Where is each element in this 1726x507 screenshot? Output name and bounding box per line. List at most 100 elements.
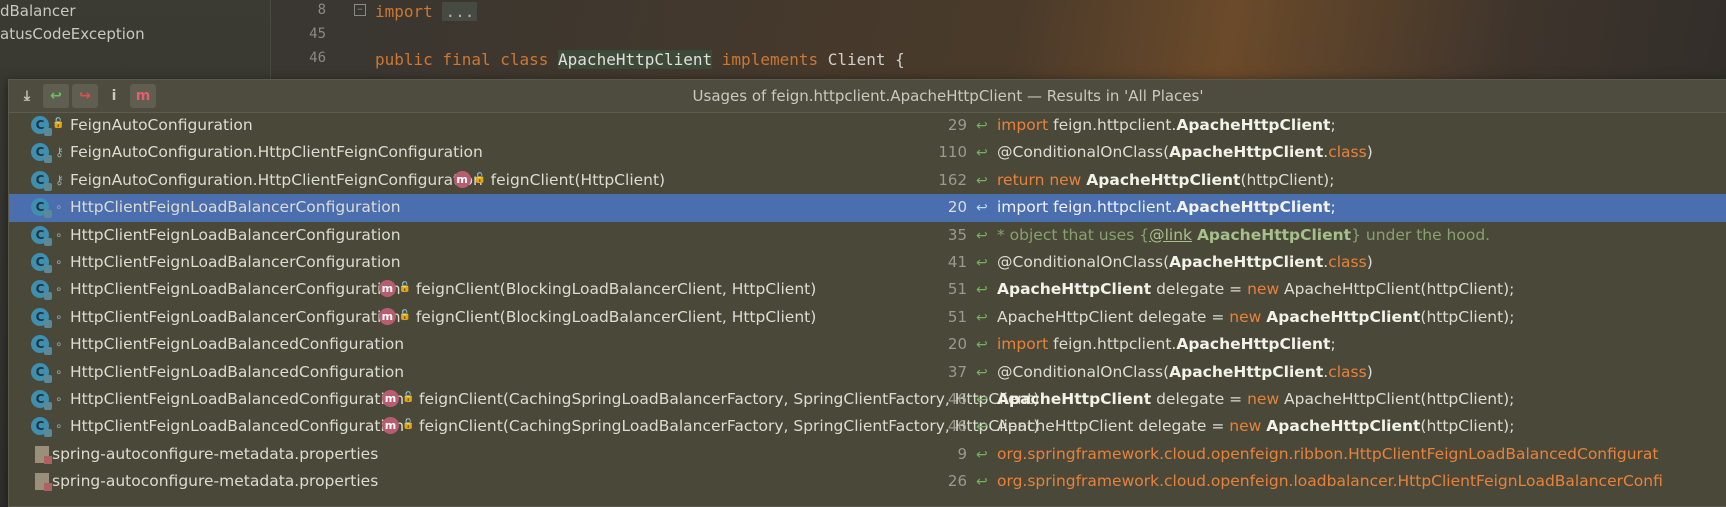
class-icon: C bbox=[31, 335, 52, 356]
method-icon: m bbox=[381, 389, 399, 407]
usage-class-name: HttpClientFeignLoadBalancedConfiguration bbox=[70, 362, 405, 381]
snippet-token: * object that uses { bbox=[997, 225, 1150, 244]
fold-toggle-icon[interactable]: − bbox=[354, 4, 366, 16]
usage-code-snippet: import feign.httpclient.ApacheHttpClient… bbox=[997, 198, 1336, 216]
snippet-token: return new bbox=[997, 170, 1087, 189]
usage-code-snippet: org.springframework.cloud.openfeign.load… bbox=[997, 472, 1663, 490]
usage-code-snippet: org.springframework.cloud.openfeign.ribb… bbox=[997, 445, 1659, 463]
usage-icon: ↩ bbox=[976, 337, 988, 354]
package-private-icon: ∘ bbox=[55, 364, 63, 379]
usage-code-snippet: @ConditionalOnClass(ApacheHttpClient.cla… bbox=[997, 363, 1373, 381]
snippet-token: ) bbox=[1366, 252, 1373, 271]
package-private-icon: ∘ bbox=[55, 309, 63, 324]
snippet-token: delegate = bbox=[1151, 280, 1248, 299]
usage-icon: ↩ bbox=[976, 474, 988, 491]
usage-icon: ↩ bbox=[976, 227, 988, 244]
usage-row[interactable]: C ∘ HttpClientFeignLoadBalancedConfigurati… bbox=[9, 359, 1726, 386]
snippet-token: ApacheHttpClient bbox=[997, 280, 1152, 299]
snippet-token: @ConditionalOnClass( bbox=[997, 143, 1170, 162]
package-private-icon: ∘ bbox=[55, 391, 63, 406]
class-icon: C bbox=[31, 252, 52, 273]
usage-icon: ↩ bbox=[976, 145, 988, 162]
usage-line-number: 20 bbox=[947, 198, 967, 217]
usage-line-number: 41 bbox=[947, 252, 967, 271]
snippet-token: org.springframework.cloud.openfeign.load… bbox=[997, 472, 1663, 491]
usage-icon: ↩ bbox=[976, 446, 988, 463]
snippet-token: import feign.httpclient. bbox=[997, 198, 1177, 217]
usage-code-snippet: ApacheHttpClient delegate = new ApacheHt… bbox=[997, 280, 1514, 298]
snippet-token: ApacheHttpClient bbox=[1169, 362, 1324, 381]
code-line: import ... bbox=[375, 2, 478, 21]
usage-icon: ↩ bbox=[976, 282, 988, 299]
usage-line-number: 46 bbox=[947, 389, 967, 408]
popup-title: Usages of feign.httpclient.ApacheHttpCli… bbox=[692, 87, 1204, 105]
usages-popup[interactable]: ⤓ ↩ ↪ i m Usages of feign.httpclient.ApacheH… bbox=[8, 79, 1726, 507]
method-icon: m bbox=[378, 307, 396, 325]
snippet-token: @ConditionalOnClass( bbox=[997, 362, 1170, 381]
package-private-icon: ∘ bbox=[55, 337, 63, 352]
project-tree-item[interactable]: dBalancer bbox=[0, 2, 76, 20]
snippet-token: ApacheHttpClient bbox=[1169, 143, 1324, 162]
usage-row[interactable]: spring-autoconfigure-metadata.properties… bbox=[9, 468, 1726, 495]
snippet-token: ApacheHttpClient bbox=[1169, 252, 1324, 271]
snippet-token: class bbox=[1328, 252, 1367, 271]
snippet-token: ApacheHttpClient bbox=[1266, 417, 1421, 436]
usage-row[interactable]: C ⚷ FeignAutoConfiguration.HttpClientFeign… bbox=[9, 139, 1726, 166]
usage-class-name: HttpClientFeignLoadBalancedConfiguration bbox=[70, 335, 405, 354]
private-icon: ⚷ bbox=[55, 145, 64, 160]
usage-class-name: HttpClientFeignLoadBalancedConfiguration bbox=[70, 417, 405, 436]
usage-row[interactable]: C ∘ HttpClientFeignLoadBalancerConfigurati… bbox=[9, 222, 1726, 249]
usage-row[interactable]: C ⚷ FeignAutoConfiguration.HttpClientFeign… bbox=[9, 167, 1726, 194]
usage-row[interactable]: C ∘ HttpClientFeignLoadBalancedConfigurati… bbox=[9, 386, 1726, 413]
usage-icon: ↩ bbox=[976, 118, 988, 134]
usage-line-number: 51 bbox=[947, 307, 967, 326]
snippet-token: @ConditionalOnClass( bbox=[997, 252, 1170, 271]
snippet-token: (httpClient); bbox=[1420, 417, 1515, 436]
usage-code-snippet: ApacheHttpClient delegate = new ApacheHt… bbox=[997, 417, 1514, 435]
snippet-token: ApacheHttpClient bbox=[1086, 170, 1241, 189]
usage-line-number: 46 bbox=[947, 417, 967, 436]
project-tree-item[interactable]: atusCodeException bbox=[0, 25, 145, 43]
usage-row[interactable]: C 🔓 FeignAutoConfiguration 29 ↩ import feign.… bbox=[9, 112, 1726, 139]
snippet-token: ) bbox=[1366, 143, 1373, 162]
snippet-token: ApacheHttpClient(httpClient); bbox=[1279, 280, 1515, 299]
line-number: 46 bbox=[309, 50, 326, 66]
code-token: Client { bbox=[827, 50, 905, 69]
usage-row[interactable]: spring-autoconfigure-metadata.properties… bbox=[9, 441, 1726, 468]
folded-imports[interactable]: ... bbox=[442, 2, 478, 21]
usage-line-number: 35 bbox=[947, 225, 967, 244]
usage-row[interactable]: C ∘ HttpClientFeignLoadBalancerConfigurati… bbox=[9, 249, 1726, 276]
usage-file-name: spring-autoconfigure-metadata.properties bbox=[52, 472, 379, 491]
usage-icon: ↩ bbox=[976, 419, 988, 436]
usage-method-signature: feignClient(HttpClient) bbox=[490, 170, 666, 189]
usage-class-name: HttpClientFeignLoadBalancerConfiguration bbox=[70, 252, 401, 271]
class-icon: C bbox=[31, 417, 52, 438]
class-icon: C bbox=[31, 362, 52, 383]
usage-row[interactable]: C ∘ HttpClientFeignLoadBalancedConfigurati… bbox=[9, 331, 1726, 358]
usage-row[interactable]: C ∘ HttpClientFeignLoadBalancerConfigurati… bbox=[9, 194, 1726, 222]
snippet-token: feign.httpclient. bbox=[1048, 335, 1177, 354]
properties-file-icon bbox=[35, 473, 52, 492]
snippet-token: ApacheHttpClient delegate = bbox=[997, 307, 1230, 326]
snippet-token: ApacheHttpClient(httpClient); bbox=[1279, 389, 1515, 408]
snippet-token: ; bbox=[1330, 198, 1336, 217]
snippet-token: import bbox=[997, 335, 1049, 354]
snippet-token: ApacheHttpClient bbox=[1176, 116, 1331, 134]
public-icon: 🔓 bbox=[401, 391, 415, 403]
line-number: 8 bbox=[317, 2, 326, 18]
class-icon: C bbox=[31, 280, 52, 301]
usage-method-signature: feignClient(CachingSpringLoadBalancerFac… bbox=[418, 417, 1040, 436]
usage-line-number: 37 bbox=[947, 362, 967, 381]
usage-row[interactable]: C ∘ HttpClientFeignLoadBalancedConfigurati… bbox=[9, 413, 1726, 440]
usage-class-name: HttpClientFeignLoadBalancerConfiguration bbox=[70, 307, 401, 326]
usage-list[interactable]: C 🔓 FeignAutoConfiguration 29 ↩ import feign.… bbox=[9, 112, 1726, 495]
class-icon: C bbox=[31, 116, 52, 136]
usage-row[interactable]: C ∘ HttpClientFeignLoadBalancerConfigurati… bbox=[9, 276, 1726, 303]
public-icon: 🔓 bbox=[401, 419, 415, 431]
usage-code-snippet: * object that uses {@link ApacheHttpClie… bbox=[997, 226, 1490, 244]
usage-row[interactable]: C ∘ HttpClientFeignLoadBalancerConfigurati… bbox=[9, 304, 1726, 331]
package-private-icon: ∘ bbox=[55, 282, 63, 297]
snippet-token: ; bbox=[1330, 116, 1336, 134]
usage-icon: ↩ bbox=[976, 200, 988, 217]
